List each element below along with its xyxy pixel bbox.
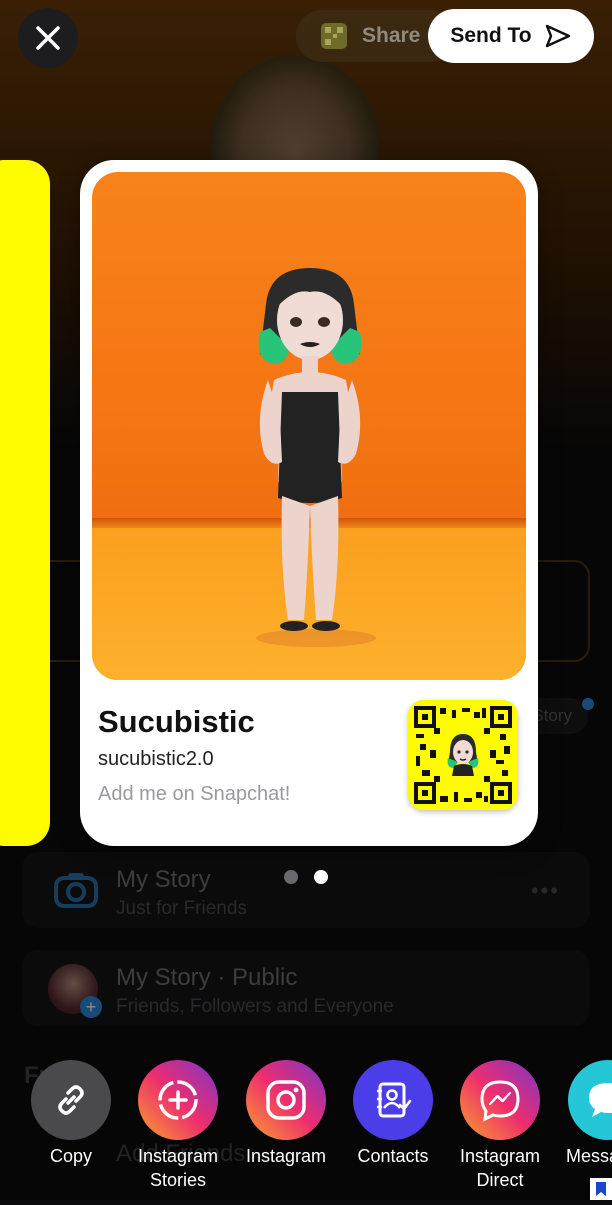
send-to-label: Send To	[450, 24, 532, 47]
close-icon	[36, 26, 60, 50]
messages-icon	[568, 1060, 612, 1140]
share-instagram-stories-label-2: Stories	[149, 1170, 207, 1190]
profile-share-card: Sucubistic sucubistic2.0 Add me on Snapc…	[80, 160, 538, 846]
messenger-icon	[460, 1060, 540, 1140]
pager-dot-2[interactable]	[314, 870, 328, 884]
instagram-stories-icon	[138, 1060, 218, 1140]
share-instagram-stories[interactable]: Instagram Stories	[128, 1060, 228, 1192]
snapcode-pattern	[408, 700, 518, 810]
corner-badge	[590, 1178, 612, 1200]
snapcode-icon	[321, 23, 347, 49]
close-button[interactable]	[18, 8, 78, 68]
tagline: Add me on Snapchat!	[98, 783, 291, 805]
share-messages[interactable]: Messa	[558, 1060, 612, 1168]
share-instagram[interactable]: Instagram	[236, 1060, 336, 1168]
contacts-icon	[353, 1060, 433, 1140]
share-copy-label: Copy	[49, 1146, 93, 1166]
share-messages-label: Messa	[566, 1146, 612, 1166]
share-contacts[interactable]: Contacts	[343, 1060, 443, 1168]
snapcode[interactable]	[408, 700, 518, 810]
share-label: Share	[362, 24, 421, 47]
share-contacts-label: Contacts	[357, 1146, 429, 1166]
share-instagram-direct-label-2: Direct	[476, 1170, 524, 1190]
share-instagram-stories-label-1: Instagram	[137, 1146, 219, 1166]
share-instagram-direct-label-1: Instagram	[459, 1146, 541, 1166]
send-to-button[interactable]: Send To	[428, 9, 594, 63]
username: sucubistic2.0	[98, 748, 214, 770]
pager-dot-1[interactable]	[284, 870, 298, 884]
previous-card-peek[interactable]	[0, 160, 50, 846]
bitmoji-scene	[92, 172, 526, 680]
send-arrow-icon	[545, 24, 570, 48]
share-copy-link[interactable]: Copy	[21, 1060, 121, 1168]
display-name: Sucubistic	[98, 704, 255, 739]
instagram-icon	[246, 1060, 326, 1140]
share-instagram-label: Instagram	[245, 1146, 327, 1166]
bitmoji-avatar	[256, 268, 376, 647]
link-icon	[31, 1060, 111, 1140]
share-instagram-direct[interactable]: Instagram Direct	[450, 1060, 550, 1192]
